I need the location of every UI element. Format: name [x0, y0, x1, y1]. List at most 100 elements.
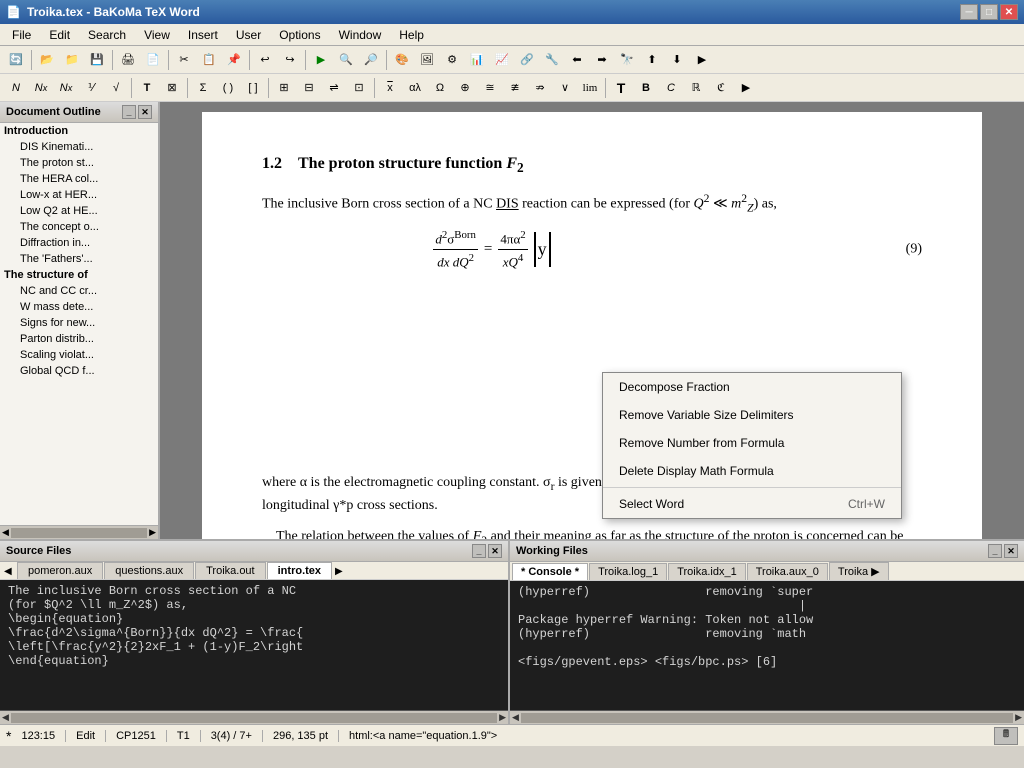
maximize-button[interactable]: □ — [980, 4, 998, 20]
new-button[interactable]: 🔄 — [4, 49, 28, 71]
tb-btn-7[interactable]: ➡ — [590, 49, 614, 71]
outline-minimize[interactable]: _ — [122, 105, 136, 119]
math-align[interactable]: ⊟ — [297, 77, 321, 99]
tb-btn-10[interactable]: ⬇ — [665, 49, 689, 71]
working-tab-log[interactable]: Troika.log_1 — [589, 563, 667, 580]
search2-button[interactable]: 🔎 — [359, 49, 383, 71]
print-button[interactable]: 🖨 — [116, 49, 140, 71]
open-button[interactable]: 📂 — [35, 49, 59, 71]
source-tab-intro[interactable]: intro.tex — [267, 562, 332, 579]
math-cal[interactable]: C — [659, 77, 683, 99]
copy-button[interactable]: 📋 — [197, 49, 221, 71]
math-grid[interactable]: ⊞ — [272, 77, 296, 99]
menu-user[interactable]: User — [228, 26, 269, 44]
math-N[interactable]: N — [4, 77, 28, 99]
math-eq2[interactable]: ≇ — [503, 77, 527, 99]
math-alpha[interactable]: αλ — [403, 77, 427, 99]
math-lim[interactable]: lim — [578, 77, 602, 99]
paste-button[interactable]: 📌 — [222, 49, 246, 71]
outline-item-5[interactable]: Low Q2 at HE... — [0, 203, 158, 219]
outline-item-0[interactable]: Introduction — [0, 123, 158, 139]
menu-help[interactable]: Help — [391, 26, 432, 44]
math-box[interactable]: ⊠ — [160, 77, 184, 99]
calc-button[interactable]: 🖩 — [994, 727, 1018, 745]
tb-btn-6[interactable]: ⬅ — [565, 49, 589, 71]
source-tab-prev[interactable]: ◀ — [2, 564, 16, 579]
img-button[interactable]: 🖼 — [415, 49, 439, 71]
search-button[interactable]: 🔍 — [334, 49, 358, 71]
math-bracket[interactable]: [ ] — [241, 77, 265, 99]
source-close[interactable]: ✕ — [488, 544, 502, 558]
color-button[interactable]: 🎨 — [390, 49, 414, 71]
math-eq1[interactable]: ≅ — [478, 77, 502, 99]
math-frac[interactable]: ⅟ — [79, 77, 103, 99]
math-T[interactable]: T — [135, 77, 159, 99]
outline-item-14[interactable]: Scaling violat... — [0, 347, 158, 363]
source-tab-pomeron[interactable]: pomeron.aux — [17, 562, 103, 579]
compile-button[interactable]: ▶ — [309, 49, 333, 71]
scroll-area[interactable]: 1.2 The proton structure function F2 The… — [160, 102, 1024, 539]
outline-item-4[interactable]: Low-x at HER... — [0, 187, 158, 203]
outline-item-2[interactable]: The proton st... — [0, 155, 158, 171]
math-v[interactable]: ∨ — [553, 77, 577, 99]
work-scroll-right[interactable]: ▶ — [1015, 712, 1022, 723]
menu-options[interactable]: Options — [271, 26, 328, 44]
math-vdots[interactable]: ⊡ — [347, 77, 371, 99]
math-oplus[interactable]: ⊕ — [453, 77, 477, 99]
outline-item-12[interactable]: Signs for new... — [0, 315, 158, 331]
working-tab-idx[interactable]: Troika.idx_1 — [668, 563, 746, 580]
source-minimize[interactable]: _ — [472, 544, 486, 558]
tb-btn-5[interactable]: 🔧 — [540, 49, 564, 71]
open2-button[interactable]: 📁 — [60, 49, 84, 71]
math-sum[interactable]: Σ — [191, 77, 215, 99]
src-scroll-right[interactable]: ▶ — [499, 712, 506, 723]
outline-item-13[interactable]: Parton distrib... — [0, 331, 158, 347]
outline-item-3[interactable]: The HERA col... — [0, 171, 158, 187]
source-tab-next[interactable]: ▶ — [333, 564, 347, 579]
menu-insert[interactable]: Insert — [180, 26, 226, 44]
tb-btn-1[interactable]: ⚙ — [440, 49, 464, 71]
math-sqrt[interactable]: √ — [104, 77, 128, 99]
tb-more2[interactable]: ▶ — [734, 77, 758, 99]
outline-item-11[interactable]: W mass dete... — [0, 299, 158, 315]
working-close[interactable]: ✕ — [1004, 544, 1018, 558]
ctx-remove-number[interactable]: Remove Number from Formula — [603, 429, 901, 457]
outline-close[interactable]: ✕ — [138, 105, 152, 119]
source-tab-troika-out[interactable]: Troika.out — [195, 562, 266, 579]
math-frak[interactable]: ℭ — [709, 77, 733, 99]
working-content[interactable]: (hyperref) removing `super | Package hyp… — [510, 581, 1024, 710]
outline-item-7[interactable]: Diffraction in... — [0, 235, 158, 251]
tb-btn-9[interactable]: ⬆ — [640, 49, 664, 71]
outline-item-10[interactable]: NC and CC cr... — [0, 283, 158, 299]
ctx-select-word[interactable]: Select Word Ctrl+W — [603, 490, 901, 518]
working-tab-console[interactable]: * Console * — [512, 563, 588, 580]
working-minimize[interactable]: _ — [988, 544, 1002, 558]
tb-btn-2[interactable]: 📊 — [465, 49, 489, 71]
working-tab-more[interactable]: Troika ▶ — [829, 562, 889, 580]
ctx-decompose[interactable]: Decompose Fraction — [603, 373, 901, 401]
tb-btn-3[interactable]: 📈 — [490, 49, 514, 71]
tb-btn-8[interactable]: 🔭 — [615, 49, 639, 71]
source-tab-questions[interactable]: questions.aux — [104, 562, 194, 579]
ctx-remove-delimiters[interactable]: Remove Variable Size Delimiters — [603, 401, 901, 429]
menu-search[interactable]: Search — [80, 26, 134, 44]
outline-item-6[interactable]: The concept o... — [0, 219, 158, 235]
redo-button[interactable]: ↪ — [278, 49, 302, 71]
outline-scroll-left[interactable]: ◀ — [2, 527, 9, 538]
menu-window[interactable]: Window — [331, 26, 390, 44]
outline-item-8[interactable]: The 'Fathers'... — [0, 251, 158, 267]
source-content[interactable]: The inclusive Born cross section of a NC… — [0, 580, 508, 710]
math-xbar[interactable]: x — [378, 77, 402, 99]
outline-item-15[interactable]: Global QCD f... — [0, 363, 158, 379]
math-Nx2[interactable]: Nx — [54, 77, 78, 99]
math-bold[interactable]: B — [634, 77, 658, 99]
work-scroll-left[interactable]: ◀ — [512, 712, 519, 723]
document-page[interactable]: 1.2 The proton structure function F2 The… — [202, 112, 982, 539]
cut-button[interactable]: ✂ — [172, 49, 196, 71]
working-tab-aux[interactable]: Troika.aux_0 — [747, 563, 828, 580]
math-Nx[interactable]: Nx — [29, 77, 53, 99]
ctx-delete-formula[interactable]: Delete Display Math Formula — [603, 457, 901, 485]
print2-button[interactable]: 📄 — [141, 49, 165, 71]
math-omega[interactable]: Ω — [428, 77, 452, 99]
src-scroll-left[interactable]: ◀ — [2, 712, 9, 723]
